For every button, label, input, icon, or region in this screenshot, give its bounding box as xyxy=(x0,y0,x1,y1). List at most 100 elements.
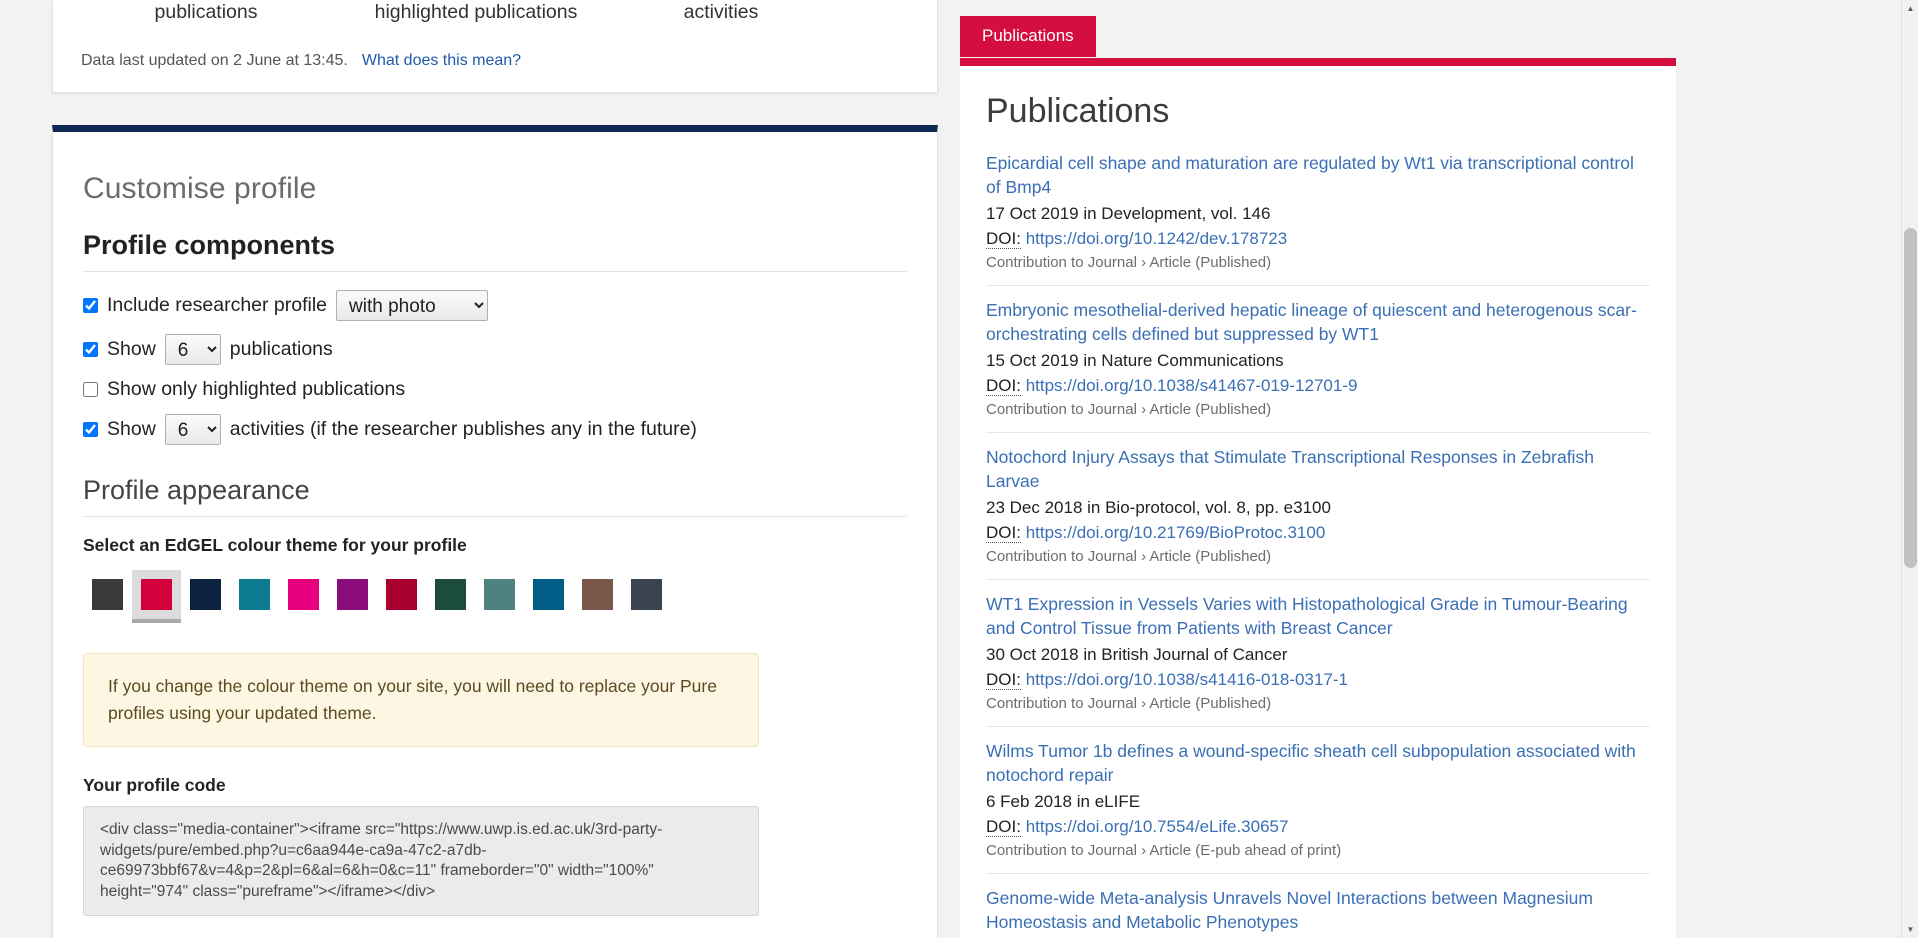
show-activities-checkbox[interactable] xyxy=(83,422,98,437)
theme-swatch-colour-icon xyxy=(582,579,613,610)
theme-swatch-sage-teal[interactable] xyxy=(475,570,524,619)
stats-row: publications highlighted publications ac… xyxy=(81,0,909,24)
publication-title-link[interactable]: Genome-wide Meta-analysis Unravels Novel… xyxy=(986,886,1650,934)
scroll-down-arrow-icon[interactable]: ▼ xyxy=(1902,921,1918,938)
publication-title-link[interactable]: Epicardial cell shape and maturation are… xyxy=(986,151,1650,199)
stat-publications-label: publications xyxy=(81,0,331,24)
scrollbar-thumb[interactable] xyxy=(1904,228,1917,568)
theme-swatch-slate[interactable] xyxy=(622,570,671,619)
preview-tabs-bar: Publications xyxy=(960,16,1918,58)
profile-code-label: Your profile code xyxy=(83,775,907,796)
theme-swatch-ocean-blue[interactable] xyxy=(524,570,573,619)
divider-appearance xyxy=(83,516,907,517)
page-scrollbar[interactable]: ▲ ▼ xyxy=(1901,0,1918,938)
stat-activities-label: activities xyxy=(621,0,821,24)
show-only-highlighted-checkbox[interactable] xyxy=(83,382,98,397)
theme-swatch-colour-icon xyxy=(533,579,564,610)
theme-swatch-colour-icon xyxy=(92,579,123,610)
publications-suffix-label: publications xyxy=(230,338,333,361)
publication-doi-link[interactable]: https://doi.org/10.21769/BioProtoc.3100 xyxy=(1026,523,1326,542)
theme-swatch-colour-icon xyxy=(239,579,270,610)
publications-list: Epicardial cell shape and maturation are… xyxy=(986,151,1650,938)
publication-item: Epicardial cell shape and maturation are… xyxy=(986,151,1650,285)
doi-label: DOI: xyxy=(986,523,1021,543)
data-updated-text: Data last updated on 2 June at 13:45. xyxy=(81,52,348,70)
publication-doi-link[interactable]: https://doi.org/10.7554/eLife.30657 xyxy=(1026,817,1289,836)
what-does-this-mean-link[interactable]: What does this mean? xyxy=(362,52,521,70)
doi-label: DOI: xyxy=(986,817,1021,837)
show-publications-checkbox[interactable] xyxy=(83,342,98,357)
include-researcher-profile-checkbox[interactable] xyxy=(83,298,98,313)
publication-type: Contribution to Journal › Article (Publi… xyxy=(986,399,1650,421)
publication-type: Contribution to Journal › Article (Publi… xyxy=(986,546,1650,568)
profile-appearance-heading: Profile appearance xyxy=(83,475,907,506)
stat-highlighted-label: highlighted publications xyxy=(331,0,621,24)
publication-item: WT1 Expression in Vessels Varies with Hi… xyxy=(986,579,1650,726)
publication-item: Genome-wide Meta-analysis Unravels Novel… xyxy=(986,873,1650,938)
publication-item: Wilms Tumor 1b defines a wound-specific … xyxy=(986,726,1650,873)
theme-swatch-crimson[interactable] xyxy=(132,570,181,623)
publications-panel: Publications Epicardial cell shape and m… xyxy=(960,66,1676,938)
left-column: publications highlighted publications ac… xyxy=(0,0,960,938)
publication-title-link[interactable]: Notochord Injury Assays that Stimulate T… xyxy=(986,445,1650,493)
tab-publications[interactable]: Publications xyxy=(960,16,1096,57)
theme-swatch-colour-icon xyxy=(386,579,417,610)
publication-doi-line: DOI: https://doi.org/10.7554/eLife.30657 xyxy=(986,814,1650,839)
publication-doi-line: DOI: https://doi.org/10.1038/s41416-018-… xyxy=(986,667,1650,692)
show-activities-label: Show xyxy=(107,418,156,441)
publication-doi-link[interactable]: https://doi.org/10.1038/s41416-018-0317-… xyxy=(1026,670,1348,689)
publications-count-select[interactable]: 6 xyxy=(165,334,221,365)
publication-doi-line: DOI: https://doi.org/10.21769/BioProtoc.… xyxy=(986,520,1650,545)
stat-highlighted-publications: highlighted publications xyxy=(331,0,621,24)
page-root: publications highlighted publications ac… xyxy=(0,0,1918,938)
activities-suffix-label: activities (if the researcher publishes … xyxy=(230,418,697,441)
theme-swatch-colour-icon xyxy=(631,579,662,610)
page-title: Customise profile xyxy=(83,172,907,206)
theme-swatch-burgundy[interactable] xyxy=(377,570,426,619)
publication-meta: 6 Feb 2018 in eLIFE xyxy=(986,789,1650,814)
theme-swatch-teal[interactable] xyxy=(230,570,279,619)
theme-swatch-charcoal[interactable] xyxy=(83,570,132,619)
theme-swatch-magenta[interactable] xyxy=(279,570,328,619)
theme-swatch-forest-green[interactable] xyxy=(426,570,475,619)
show-only-highlighted-label: Show only highlighted publications xyxy=(107,378,405,401)
theme-swatch-purple[interactable] xyxy=(328,570,377,619)
doi-label: DOI: xyxy=(986,229,1021,249)
activities-count-select[interactable]: 6 xyxy=(165,414,221,445)
theme-swatch-colour-icon xyxy=(484,579,515,610)
publication-meta: 30 Oct 2018 in British Journal of Cancer xyxy=(986,642,1650,667)
theme-swatch-colour-icon xyxy=(190,579,221,610)
publication-meta: 17 Oct 2019 in Development, vol. 146 xyxy=(986,201,1650,226)
theme-swatch-colour-icon xyxy=(337,579,368,610)
publication-doi-link[interactable]: https://doi.org/10.1242/dev.178723 xyxy=(1026,229,1288,248)
publication-type: Contribution to Journal › Article (E-pub… xyxy=(986,840,1650,862)
publication-title-link[interactable]: Wilms Tumor 1b defines a wound-specific … xyxy=(986,739,1650,787)
colour-theme-swatches xyxy=(83,570,907,623)
doi-label: DOI: xyxy=(986,376,1021,396)
publication-doi-link[interactable]: https://doi.org/10.1038/s41467-019-12701… xyxy=(1026,376,1358,395)
right-column: Publications Publications Epicardial cel… xyxy=(960,0,1918,938)
scroll-up-arrow-icon[interactable]: ▲ xyxy=(1902,0,1918,17)
theme-swatch-colour-icon xyxy=(288,579,319,610)
show-only-highlighted-row: Show only highlighted publications xyxy=(83,378,907,401)
publication-item: Notochord Injury Assays that Stimulate T… xyxy=(986,432,1650,579)
publication-meta: 15 Oct 2019 in Nature Communications xyxy=(986,348,1650,373)
doi-label: DOI: xyxy=(986,670,1021,690)
publication-title-link[interactable]: WT1 Expression in Vessels Varies with Hi… xyxy=(986,592,1650,640)
tab-underline xyxy=(960,58,1676,66)
include-researcher-profile-row: Include researcher profile with photo xyxy=(83,290,907,321)
show-publications-label: Show xyxy=(107,338,156,361)
profile-code-box[interactable]: <div class="media-container"><iframe src… xyxy=(83,806,759,916)
profile-photo-select[interactable]: with photo xyxy=(336,290,488,321)
stat-activities: activities xyxy=(621,0,821,24)
publication-meta: 23 Dec 2018 in Bio-protocol, vol. 8, pp.… xyxy=(986,495,1650,520)
theme-swatch-navy[interactable] xyxy=(181,570,230,619)
theme-swatch-brown[interactable] xyxy=(573,570,622,619)
publications-panel-title: Publications xyxy=(986,92,1650,131)
publication-doi-line: DOI: https://doi.org/10.1038/s41467-019-… xyxy=(986,373,1650,398)
publication-doi-line: DOI: https://doi.org/10.1242/dev.178723 xyxy=(986,226,1650,251)
theme-swatch-colour-icon xyxy=(141,579,172,610)
publication-type: Contribution to Journal › Article (Publi… xyxy=(986,693,1650,715)
profile-components-heading: Profile components xyxy=(83,230,907,261)
publication-title-link[interactable]: Embryonic mesothelial-derived hepatic li… xyxy=(986,298,1650,346)
